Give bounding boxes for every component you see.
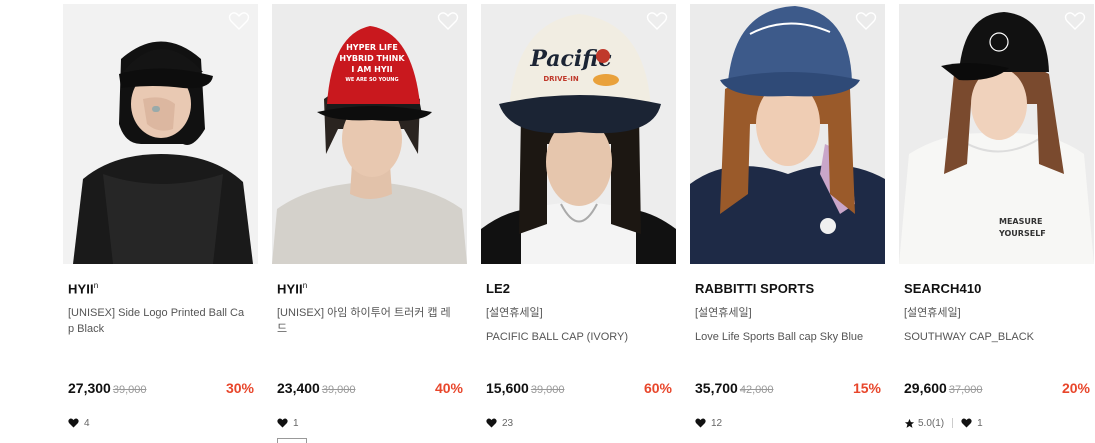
original-price: 39,000 [112, 384, 147, 396]
product-image[interactable] [690, 4, 885, 264]
price-row: 27,300 39,000 30% [68, 380, 254, 400]
like-count: 4 [84, 417, 90, 429]
meta-divider [952, 418, 954, 428]
wishlist-heart-icon[interactable] [1064, 11, 1086, 31]
like-heart-icon [961, 418, 972, 428]
product-card[interactable]: HYPER LIFE HYBRID THINK I AM HYII WE ARE… [272, 4, 467, 443]
svg-text:HYPER LIFE: HYPER LIFE [346, 43, 398, 52]
wishlist-heart-icon[interactable] [437, 11, 459, 31]
product-name[interactable]: [UNISEX] Side Logo Printed Ball Ca p Blac… [68, 305, 254, 337]
brand-name[interactable]: LE2 [486, 281, 510, 296]
product-image[interactable]: MEASURE YOURSELF [899, 4, 1094, 264]
svg-text:MEASURE: MEASURE [999, 217, 1043, 226]
like-heart-icon [68, 418, 79, 428]
sale-price: 15,600 [486, 380, 529, 396]
svg-text:DRIVE-IN: DRIVE-IN [543, 75, 579, 83]
like-heart-icon [695, 418, 706, 428]
discount-rate: 15% [852, 380, 881, 396]
sale-tag: [설연휴세일] [904, 307, 961, 319]
price-row: 29,600 37,000 20% [904, 380, 1090, 400]
svg-text:I AM HYII: I AM HYII [351, 65, 392, 74]
product-name[interactable]: [UNISEX] 아임 하이투어 트러커 캡 레드 [277, 305, 463, 337]
price-row: 35,700 42,000 15% [695, 380, 881, 400]
person-blue-cap-photo [690, 4, 885, 264]
original-price: 39,000 [321, 384, 356, 396]
product-meta: 5.0(1) 1 [904, 416, 983, 430]
rating-score: 5.0(1) [918, 417, 945, 429]
original-price: 42,000 [739, 384, 774, 396]
product-card[interactable]: HYIIn [UNISEX] Side Logo Printed Ball Ca… [63, 4, 258, 443]
sale-tag: [설연휴세일] [695, 307, 752, 319]
wishlist-heart-icon[interactable] [646, 11, 668, 31]
discount-rate: 30% [225, 380, 254, 396]
product-name[interactable]: [설연휴세일] PACIFIC BALL CAP (IVORY) [486, 305, 672, 345]
brand-name[interactable]: HYIIn [68, 281, 98, 296]
sale-price: 35,700 [695, 380, 738, 396]
product-name[interactable]: [설연휴세일] SOUTHWAY CAP_BLACK [904, 305, 1090, 345]
discount-rate: 40% [434, 380, 463, 396]
sale-price: 29,600 [904, 380, 947, 396]
svg-text:YOURSELF: YOURSELF [998, 229, 1046, 238]
price-row: 23,400 39,000 40% [277, 380, 463, 400]
person-black-cap-hoodie-photo: MEASURE YOURSELF [899, 4, 1094, 264]
person-red-trucker-cap-photo: HYPER LIFE HYBRID THINK I AM HYII WE ARE… [272, 4, 467, 264]
wishlist-heart-icon[interactable] [228, 11, 250, 31]
product-image[interactable]: Pacific DRIVE-IN [481, 4, 676, 264]
product-image[interactable] [63, 4, 258, 264]
product-meta: 23 [486, 416, 513, 430]
wishlist-heart-icon[interactable] [855, 11, 877, 31]
like-count: 1 [977, 417, 983, 429]
original-price: 37,000 [948, 384, 983, 396]
brand-name[interactable]: RABBITTI SPORTS [695, 281, 814, 296]
sale-price: 27,300 [68, 380, 111, 396]
person-pacific-cap-photo: Pacific DRIVE-IN [481, 4, 676, 264]
product-name[interactable]: [설연휴세일] Love Life Sports Ball cap Sky Blu… [695, 305, 881, 345]
brand-name[interactable]: SEARCH410 [904, 281, 982, 296]
discount-rate: 60% [643, 380, 672, 396]
like-heart-icon [486, 418, 497, 428]
brand-name[interactable]: HYIIn [277, 281, 307, 296]
like-count: 23 [502, 417, 514, 429]
like-heart-icon [277, 418, 288, 428]
person-black-cap-photo [63, 4, 258, 264]
product-meta: 4 [68, 416, 90, 430]
star-icon [904, 418, 915, 428]
svg-text:WE ARE SO YOUNG: WE ARE SO YOUNG [345, 77, 398, 83]
like-count: 12 [711, 417, 723, 429]
product-image[interactable]: HYPER LIFE HYBRID THINK I AM HYII WE ARE… [272, 4, 467, 264]
product-card[interactable]: MEASURE YOURSELF SEARCH410 [설연휴세일] SOUTHW… [899, 4, 1094, 443]
price-row: 15,600 39,000 60% [486, 380, 672, 400]
sale-price: 23,400 [277, 380, 320, 396]
product-card[interactable]: Pacific DRIVE-IN LE2 [설연휴세일] PACIFIC BALL… [481, 4, 676, 443]
like-count: 1 [293, 417, 299, 429]
color-swatch-stub[interactable] [277, 438, 307, 443]
discount-rate: 20% [1061, 380, 1090, 396]
product-grid: HYIIn [UNISEX] Side Logo Printed Ball Ca… [0, 0, 1095, 443]
svg-text:HYBRID THINK: HYBRID THINK [339, 54, 405, 63]
product-meta: 1 [277, 416, 299, 430]
product-card[interactable]: RABBITTI SPORTS [설연휴세일] Love Life Sports … [690, 4, 885, 443]
original-price: 39,000 [530, 384, 565, 396]
product-meta: 12 [695, 416, 722, 430]
sale-tag: [설연휴세일] [486, 307, 543, 319]
